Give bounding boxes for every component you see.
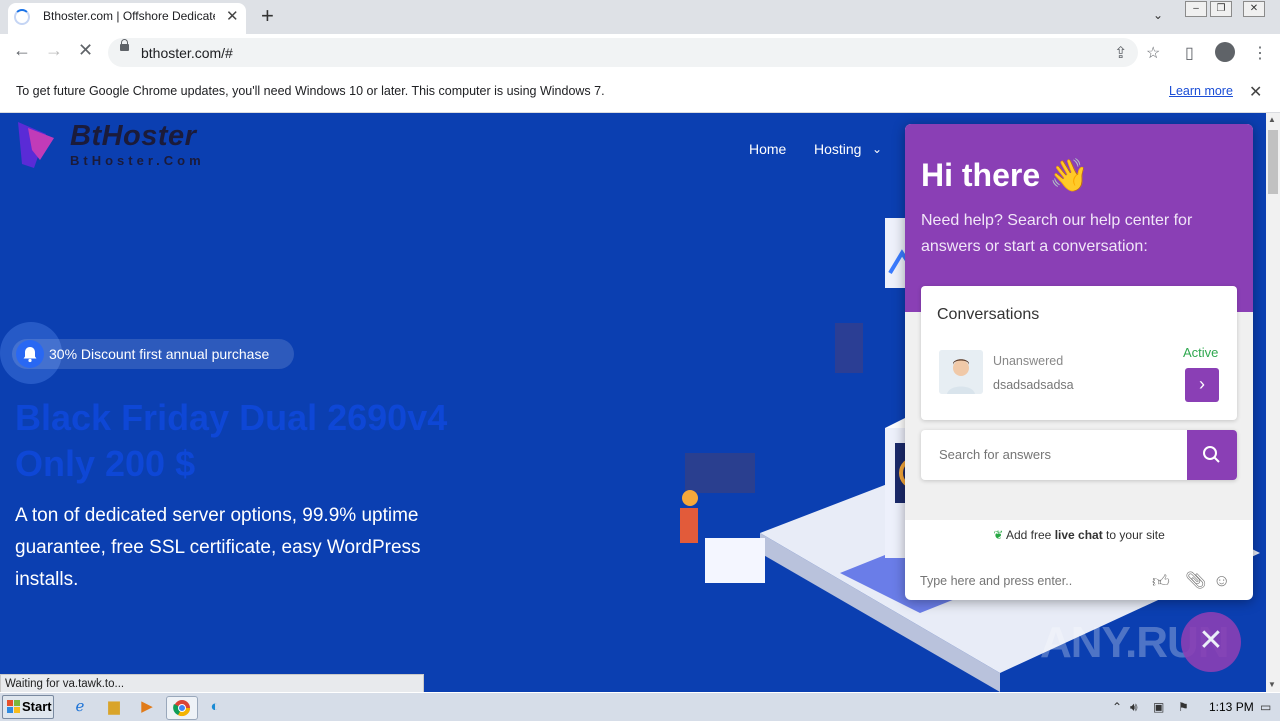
chat-close-button[interactable]: ✕ <box>1181 612 1241 672</box>
page-scrollbar[interactable] <box>1266 113 1280 692</box>
profile-avatar-icon[interactable] <box>1215 42 1235 62</box>
conversation-status[interactable]: Unanswered <box>993 354 1063 368</box>
lock-icon[interactable] <box>120 39 129 51</box>
url-text[interactable]: bthoster.com/# <box>141 45 233 61</box>
chevron-right-icon: › <box>1199 374 1205 394</box>
forward-icon[interactable]: → <box>45 40 63 61</box>
headline-line-2: Only 200 $ <box>15 443 196 484</box>
powered-by-line[interactable]: ❦ Add free live chat to your site <box>905 528 1253 542</box>
conversation-active-label: Active <box>1183 345 1219 360</box>
loading-spinner-icon <box>14 9 30 25</box>
bell-icon <box>16 340 44 368</box>
share-icon[interactable]: ⇪ <box>1114 43 1127 63</box>
window-close-icon[interactable]: ✕ <box>1243 1 1265 17</box>
chevron-down-icon[interactable]: ⌄ <box>872 142 882 156</box>
headline-line-1: Black Friday Dual 2690v4 <box>15 397 448 438</box>
nav-hosting[interactable]: Hosting <box>814 141 861 157</box>
chat-widget: Hi there 👋 Need help? Search our help ce… <box>905 124 1253 600</box>
thumbs-up-icon[interactable]: 👍︎ <box>1152 571 1170 592</box>
hero-headline: Black Friday Dual 2690v4 Only 200 $ <box>15 395 575 487</box>
side-panel-icon[interactable]: ▯ <box>1185 43 1194 63</box>
volume-icon[interactable]: 🔊︎ <box>1130 700 1138 715</box>
conversation-message[interactable]: dsadsadsadsa <box>993 378 1074 392</box>
start-button[interactable]: Start <box>2 695 54 719</box>
tawk-leaf-icon: ❦ <box>993 528 1004 542</box>
restore-icon[interactable]: ❐ <box>1210 1 1232 17</box>
scroll-down-icon[interactable]: ▼ <box>1268 680 1276 689</box>
badge-text: 30% Discount first annual purchase <box>49 346 270 362</box>
taskbar-clock[interactable]: 1:13 PM <box>1209 700 1254 714</box>
back-icon[interactable]: ← <box>13 40 31 61</box>
hero-subtext: A ton of dedicated server options, 99.9%… <box>15 505 421 590</box>
file-explorer-icon[interactable]: ▆ <box>103 696 125 718</box>
logo-name[interactable]: BtHoster <box>70 120 196 153</box>
edge-icon[interactable]: ◐ <box>204 696 226 718</box>
action-center-flag-icon[interactable]: ⚑ <box>1178 700 1189 714</box>
search-icon <box>1203 446 1220 463</box>
powered-bold: live chat <box>1054 528 1103 542</box>
conversations-title: Conversations <box>937 306 1040 323</box>
media-player-icon[interactable]: ▶ <box>136 696 158 718</box>
show-desktop-icon[interactable]: ▭ <box>1260 700 1271 714</box>
chrome-taskbar-icon[interactable] <box>166 696 198 720</box>
agent-avatar <box>939 350 983 394</box>
tab-title: Bthoster.com | Offshore Dedicated S <box>43 9 215 23</box>
help-search-box <box>921 430 1237 480</box>
minimize-icon[interactable]: – <box>1185 1 1207 17</box>
tab-close-icon[interactable]: ✕ <box>226 7 239 25</box>
infobar-message: To get future Google Chrome updates, you… <box>16 84 605 98</box>
help-search-input[interactable] <box>939 447 1179 462</box>
emoji-icon[interactable]: ☺ <box>1213 571 1230 591</box>
new-tab-icon[interactable]: + <box>261 3 274 29</box>
scroll-up-icon[interactable]: ▲ <box>1268 115 1276 124</box>
nav-home[interactable]: Home <box>749 141 786 157</box>
windows-flag-icon <box>7 700 20 713</box>
bookmark-star-icon[interactable]: ☆ <box>1146 43 1160 63</box>
conversations-card: Conversations Unanswered dsadsadsadsa Ac… <box>921 286 1237 420</box>
tab-search-icon[interactable]: ⌄ <box>1153 8 1163 22</box>
internet-explorer-icon[interactable]: ℯ <box>69 696 91 718</box>
network-icon[interactable]: ▣ <box>1153 700 1164 714</box>
logo-subtitle: BtHoster.Com <box>70 153 205 168</box>
powered-prefix: Add free <box>1005 528 1055 542</box>
infobar-close-icon[interactable]: ✕ <box>1249 82 1262 102</box>
search-button[interactable] <box>1187 430 1237 480</box>
open-conversation-button[interactable]: › <box>1185 368 1219 402</box>
scrollbar-thumb[interactable] <box>1268 130 1278 194</box>
status-bubble: Waiting for va.tawk.to... <box>0 674 424 693</box>
close-icon: ✕ <box>1198 624 1224 657</box>
start-label: Start <box>22 699 52 714</box>
attachment-icon[interactable]: 📎︎ <box>1185 571 1207 591</box>
address-bar[interactable] <box>108 38 1138 67</box>
powered-suffix: to your site <box>1102 528 1165 542</box>
chat-description: Need help? Search our help center for an… <box>921 212 1193 255</box>
menu-kebab-icon[interactable]: ⋮ <box>1252 43 1268 63</box>
learn-more-link[interactable]: Learn more <box>1169 84 1233 98</box>
stop-icon[interactable]: ✕ <box>78 40 93 61</box>
tray-expand-icon[interactable]: ⌃ <box>1112 700 1122 714</box>
chat-title: Hi there 👋 <box>921 157 1089 193</box>
chat-message-input[interactable] <box>920 574 1140 588</box>
logo-mark-icon[interactable] <box>16 120 56 170</box>
